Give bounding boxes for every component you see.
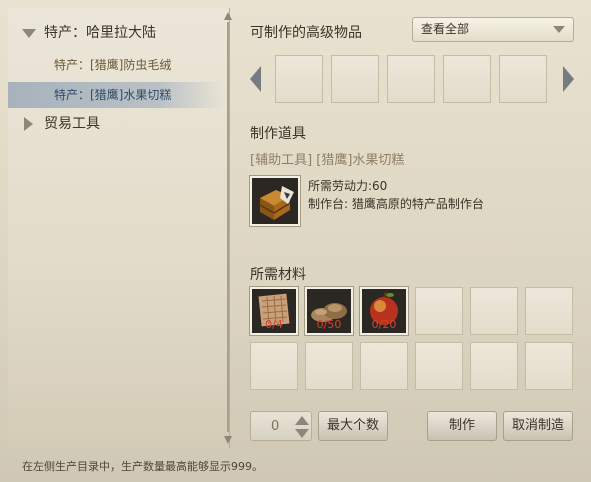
- material-count: 0/50: [316, 318, 342, 331]
- tree-item-label: 特产：[猎鹰]水果切糕: [54, 88, 172, 102]
- tree-item-insect-fleece[interactable]: 特产：[猎鹰]防虫毛绒: [8, 52, 222, 78]
- wooden-crate-icon[interactable]: [250, 176, 300, 226]
- footer-note: 在左侧生产目录中，生产数量最高能够显示999。: [22, 460, 263, 473]
- expand-right-icon: [24, 117, 33, 131]
- scroll-track[interactable]: [227, 22, 229, 432]
- scroll-up-icon[interactable]: [224, 12, 232, 20]
- quantity-stepper[interactable]: 0: [250, 411, 312, 441]
- material-count: 0/20: [371, 318, 397, 331]
- expand-down-icon: [22, 29, 36, 38]
- craft-button[interactable]: 制作: [427, 411, 497, 441]
- craftable-slot[interactable]: [499, 55, 547, 103]
- material-slot-empty[interactable]: [525, 342, 573, 390]
- decrement-icon[interactable]: [295, 429, 309, 438]
- tool-item-name: [辅助工具] [猎鹰]水果切糕: [250, 153, 405, 168]
- crafting-station: 制作台: 猎鹰高原的特产品制作台: [308, 197, 484, 211]
- material-slot-empty[interactable]: [360, 342, 408, 390]
- max-quantity-button[interactable]: 最大个数: [318, 411, 388, 441]
- material-slot-empty[interactable]: [470, 342, 518, 390]
- material-slot-fabric[interactable]: 0/4: [250, 287, 298, 335]
- material-slot-empty[interactable]: [415, 342, 463, 390]
- prev-page-icon[interactable]: [250, 66, 261, 92]
- material-slot-empty[interactable]: [305, 342, 353, 390]
- craftable-slot[interactable]: [443, 55, 491, 103]
- craftable-slot[interactable]: [331, 55, 379, 103]
- craftable-slot[interactable]: [387, 55, 435, 103]
- tree-item-fruit-cake[interactable]: 特产：[猎鹰]水果切糕: [8, 82, 222, 108]
- labor-requirement: 所需劳动力:60: [308, 179, 388, 193]
- tree-category-halila[interactable]: 特产：哈里拉大陆: [18, 20, 228, 46]
- recipe-tree-panel: 特产：哈里拉大陆 特产：[猎鹰]防虫毛绒 特产：[猎鹰]水果切糕 贸易工具: [8, 8, 230, 448]
- material-slot-apple[interactable]: 0/20: [360, 287, 408, 335]
- increment-icon[interactable]: [295, 416, 309, 425]
- material-slot-sand[interactable]: 0/50: [305, 287, 353, 335]
- tree-category-label: 贸易工具: [44, 116, 100, 132]
- filter-dropdown[interactable]: 查看全部: [412, 17, 574, 42]
- chevron-down-icon: [553, 26, 565, 33]
- material-slot-empty[interactable]: [250, 342, 298, 390]
- scroll-down-icon[interactable]: [224, 436, 232, 444]
- tree-category-trade-tools[interactable]: 贸易工具: [18, 111, 228, 137]
- material-slot-empty[interactable]: [415, 287, 463, 335]
- next-page-icon[interactable]: [563, 66, 574, 92]
- tool-section-title: 制作道具: [250, 126, 306, 142]
- craftable-slot[interactable]: [275, 55, 323, 103]
- craftable-title: 可制作的高级物品: [250, 25, 362, 41]
- tree-category-label: 特产：哈里拉大陆: [44, 25, 156, 41]
- quantity-input[interactable]: 0: [271, 419, 279, 434]
- material-slot-empty[interactable]: [525, 287, 573, 335]
- material-slot-empty[interactable]: [470, 287, 518, 335]
- material-count: 0/4: [265, 318, 283, 331]
- crafting-window: 特产：哈里拉大陆 特产：[猎鹰]防虫毛绒 特产：[猎鹰]水果切糕 贸易工具 在左…: [0, 0, 591, 482]
- filter-selected: 查看全部: [421, 22, 470, 36]
- tree-item-label: 特产：[猎鹰]防虫毛绒: [54, 58, 172, 72]
- tree-scrollbar[interactable]: [224, 12, 232, 444]
- cancel-craft-button[interactable]: 取消制造: [503, 411, 573, 441]
- materials-section-title: 所需材料: [250, 267, 306, 283]
